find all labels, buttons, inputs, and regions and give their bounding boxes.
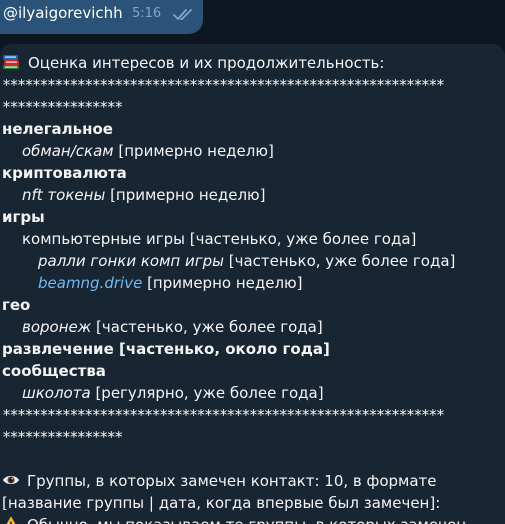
groups-format: [название группы | дата, когда впервые б… <box>2 494 441 512</box>
interest-voronezh: воронеж [частенько, уже более года] <box>22 318 323 336</box>
books-emoji-icon <box>3 55 19 69</box>
separator-stars: ****************************************… <box>2 406 445 424</box>
interest-rally: ралли гонки комп игры [частенько, уже бо… <box>38 252 456 270</box>
outgoing-message[interactable]: @ilyaigorevichh 5:16 <box>0 0 203 34</box>
eye-emoji-icon <box>3 475 19 485</box>
heading-line: Оценка интересов и их продолжительность: <box>2 52 502 74</box>
warning-text: Обычно, мы показываем те группы, в котор… <box>27 516 466 524</box>
interest-shkolota: школота [регулярно, уже более года] <box>22 384 324 402</box>
chat-view: @ilyaigorevichh 5:16 Оценка интересов и … <box>0 0 505 524</box>
interest-nft: nft токены [примерно неделю] <box>22 186 266 204</box>
message-time: 5:16 <box>132 6 162 21</box>
separator-stars: ****************************************… <box>2 76 445 94</box>
category-crypto: криптовалюта <box>2 164 127 182</box>
category-games: игры <box>2 208 45 226</box>
warning-emoji-icon <box>6 516 16 524</box>
outgoing-message-text[interactable]: @ilyaigorevichh <box>3 4 123 22</box>
category-geo: гео <box>2 296 31 314</box>
interest-beamng: beamng.drive [примерно неделю] <box>38 274 303 292</box>
separator-stars: **************** <box>2 98 123 116</box>
category-entertainment: развлечение [частенько, около года] <box>2 340 330 358</box>
heading-text: Оценка интересов и их продолжительность: <box>28 54 385 72</box>
category-illegal: нелегальное <box>2 120 113 138</box>
category-communities: сообщества <box>2 362 106 380</box>
groups-line: Группы, в которых замечен контакт: 10, в… <box>2 470 502 492</box>
warning-line: Обычно, мы показываем те группы, в котор… <box>2 514 502 524</box>
double-check-icon <box>173 9 192 20</box>
interest-pc-games: компьютерные игры [частенько, уже более … <box>22 230 417 248</box>
separator-stars: **************** <box>2 428 123 446</box>
message-body: Оценка интересов и их продолжительность:… <box>2 52 502 524</box>
groups-text: Группы, в которых замечен контакт: 10, в… <box>27 472 437 490</box>
interest-scam: обман/скам [примерно неделю] <box>22 142 274 160</box>
beamng-link[interactable]: beamng.drive <box>38 274 142 292</box>
